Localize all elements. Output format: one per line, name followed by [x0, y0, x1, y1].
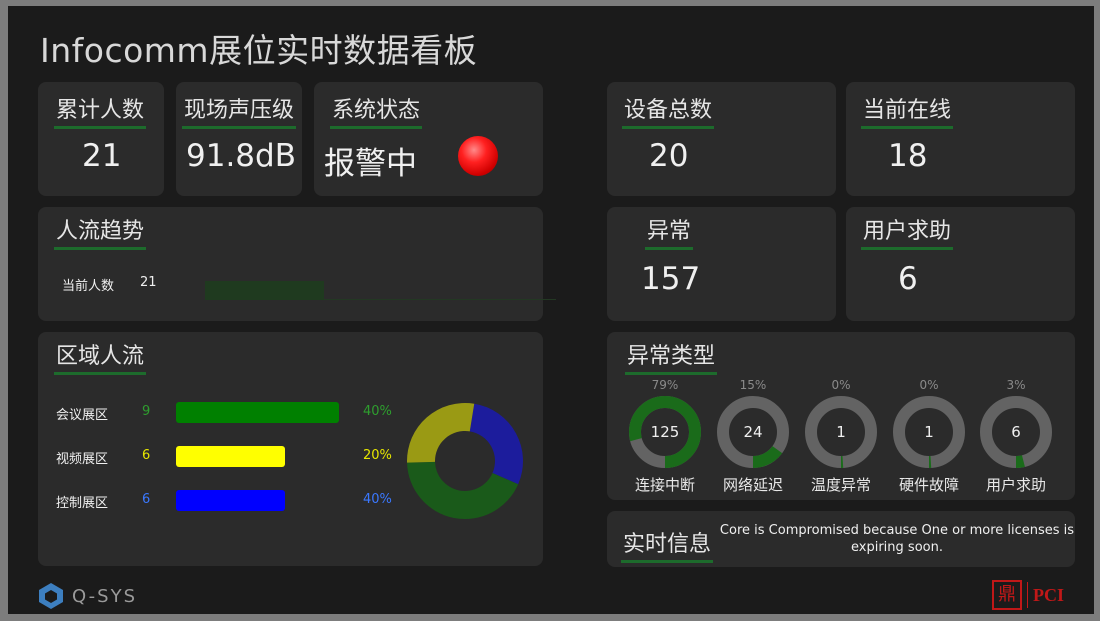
gauge-count: 6 — [1011, 423, 1021, 441]
zone-name: 控制展区 — [56, 496, 109, 511]
gauge-label: 温度异常 — [810, 476, 871, 494]
gauge-percent: 15% — [739, 378, 767, 392]
card-title: 累计人数 — [53, 92, 147, 129]
stat-value: 91.8dB — [186, 138, 296, 174]
donut-slice — [407, 403, 475, 463]
card-title: 人流趋势 — [53, 213, 147, 250]
qsys-hexagon-icon — [39, 583, 63, 609]
zone-count: 6 — [142, 448, 151, 463]
card-title: 实时信息 — [620, 526, 714, 563]
card-title: 当前在线 — [860, 92, 954, 129]
gauge-count: 24 — [743, 423, 762, 441]
zone-name: 会议展区 — [56, 408, 109, 423]
card-total-visitors: 累计人数 21 — [38, 82, 164, 196]
gauge-percent: 3% — [1006, 378, 1026, 392]
stat-value: 20 — [649, 138, 689, 174]
gauge-ring: 6 — [980, 396, 1052, 468]
card-title: 异常类型 — [624, 338, 718, 375]
gauge-ring: 1 — [893, 396, 965, 468]
zone-bar — [176, 446, 285, 467]
zone-percent: 40% — [363, 492, 392, 507]
gauge-label: 硬件故障 — [898, 476, 959, 494]
pci-logo: 鼎 PCI — [992, 580, 1064, 610]
gauge-percent: 0% — [919, 378, 939, 392]
gauge-count: 125 — [651, 423, 680, 441]
qsys-logo-text: Q-SYS — [72, 585, 138, 607]
stat-value: 6 — [898, 261, 918, 297]
zone-bar — [176, 490, 285, 511]
card-help-requests: 用户求助 6 — [846, 207, 1075, 321]
stat-value: 21 — [82, 138, 122, 174]
gauge-count: 1 — [924, 423, 934, 441]
zone-name: 视频展区 — [56, 452, 109, 467]
realtime-message: Core is Compromised because One or more … — [719, 523, 1075, 555]
dashboard-frame: Infocomm展位实时数据看板 累计人数 21 现场声压级 91.8dB 系统… — [8, 6, 1094, 614]
gauge-label: 连接中断 — [634, 476, 695, 494]
card-abnormal-types: 异常类型 79% 125 连接中断 15% 24 网络延迟 0% 1 温度异常 0% 1 硬件故障 3%… — [607, 332, 1075, 500]
card-title: 用户求助 — [860, 213, 954, 250]
card-realtime-info: 实时信息 Core is Compromised because One or … — [607, 511, 1075, 567]
trend-bar-track — [205, 281, 556, 300]
zone-donut-chart — [407, 403, 523, 519]
trend-bar-fill — [205, 281, 325, 300]
alarm-indicator-icon — [458, 136, 498, 176]
zone-count: 9 — [142, 404, 151, 419]
page-title: Infocomm展位实时数据看板 — [40, 31, 478, 70]
trend-row-label: 当前人数 — [62, 279, 115, 294]
card-title: 现场声压级 — [181, 92, 297, 129]
card-title: 区域人流 — [53, 338, 147, 375]
gauge-label: 用户求助 — [985, 476, 1046, 494]
gauge-item: 3% 6 用户求助 — [978, 378, 1054, 495]
seal-icon: 鼎 — [992, 580, 1022, 610]
gauge-item: 15% 24 网络延迟 — [715, 378, 791, 495]
zone-row: 视频展区 6 20% — [38, 446, 418, 468]
card-system-status: 系统状态 报警中 — [314, 82, 543, 196]
stat-value: 18 — [888, 138, 928, 174]
gauge-item: 0% 1 硬件故障 — [891, 378, 967, 495]
zone-count: 6 — [142, 492, 151, 507]
gauge-count: 1 — [836, 423, 846, 441]
gauge-ring: 24 — [717, 396, 789, 468]
card-device-total: 设备总数 20 — [607, 82, 836, 196]
gauge-percent: 0% — [831, 378, 851, 392]
stat-value: 157 — [641, 261, 701, 297]
gauge-percent: 79% — [651, 378, 679, 392]
gauge-label: 网络延迟 — [722, 476, 783, 494]
card-sound-level: 现场声压级 91.8dB — [176, 82, 302, 196]
gauge-item: 0% 1 温度异常 — [803, 378, 879, 495]
zone-percent: 40% — [363, 404, 392, 419]
qsys-logo: Q-SYS — [38, 582, 137, 610]
logo-divider — [1027, 582, 1028, 608]
trend-row-value: 21 — [140, 275, 157, 290]
card-trend: 人流趋势 当前人数 21 — [38, 207, 556, 321]
card-online-now: 当前在线 18 — [846, 82, 1075, 196]
zone-bar — [176, 402, 339, 423]
card-title: 系统状态 — [329, 92, 423, 129]
gauge-item: 79% 125 连接中断 — [627, 378, 703, 495]
zone-row: 控制展区 6 40% — [38, 490, 418, 512]
card-title: 异常 — [644, 213, 694, 250]
card-abnormal: 异常 157 — [607, 207, 836, 321]
card-zones: 区域人流 会议展区 9 40% 视频展区 6 20% 控制展区 6 40% — [38, 332, 543, 566]
gauge-ring: 1 — [805, 396, 877, 468]
donut-slice — [469, 403, 523, 485]
gauge-ring: 125 — [629, 396, 701, 468]
zone-row: 会议展区 9 40% — [38, 402, 418, 424]
pci-logo-text: PCI — [1033, 584, 1064, 605]
card-title: 设备总数 — [621, 92, 715, 129]
stat-value: 报警中 — [324, 146, 417, 182]
zone-percent: 20% — [363, 448, 392, 463]
